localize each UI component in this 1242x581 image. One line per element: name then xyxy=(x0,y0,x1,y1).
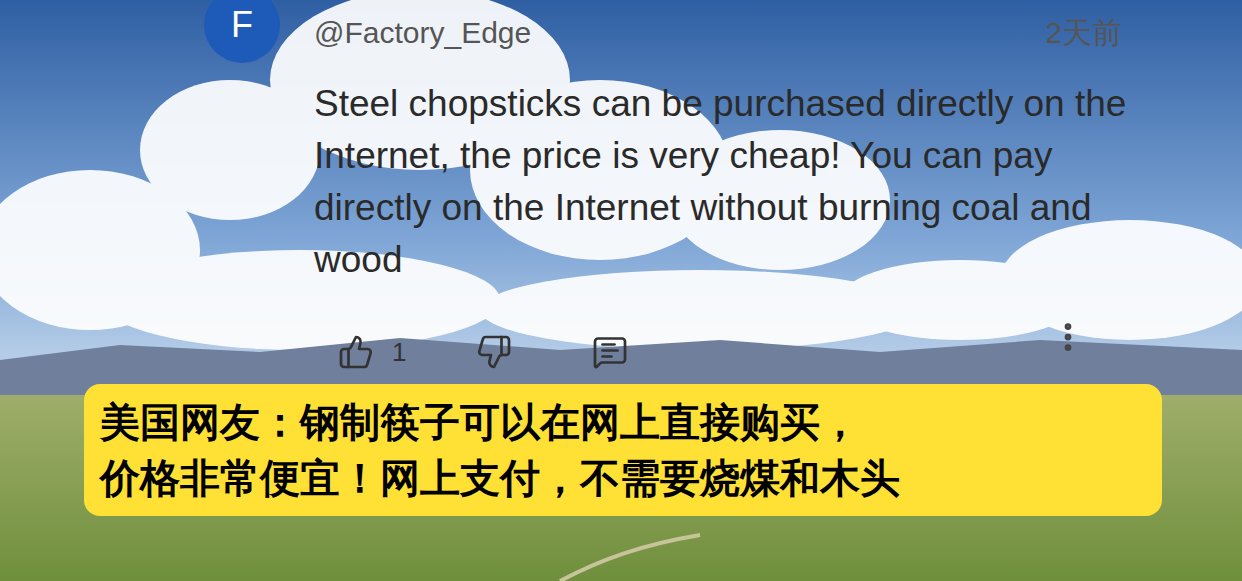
like-count: 1 xyxy=(392,333,406,372)
comment-header: F @Factory_Edge 2天前 xyxy=(0,0,1242,70)
comment-time: 2天前 xyxy=(1045,10,1122,55)
more-icon[interactable] xyxy=(1050,315,1086,359)
comment-text: Steel chopsticks can be purchased direct… xyxy=(314,78,1164,286)
caption-line: 价格非常便宜！网上支付，不需要烧煤和木头 xyxy=(100,450,1146,506)
reply-icon[interactable] xyxy=(592,334,628,370)
thumbs-down-icon[interactable] xyxy=(476,334,512,370)
author-name[interactable]: @Factory_Edge xyxy=(314,10,531,55)
comment-actions: 1 xyxy=(0,330,1242,374)
thumbs-up-icon[interactable] xyxy=(338,334,374,370)
caption-line: 美国网友：钢制筷子可以在网上直接购买， xyxy=(100,394,1146,450)
video-frame: F @Factory_Edge 2天前 Steel chopsticks can be… xyxy=(0,0,1242,581)
caption-box: 美国网友：钢制筷子可以在网上直接购买，价格非常便宜！网上支付，不需要烧煤和木头 xyxy=(84,384,1162,516)
avatar[interactable]: F xyxy=(204,0,280,63)
